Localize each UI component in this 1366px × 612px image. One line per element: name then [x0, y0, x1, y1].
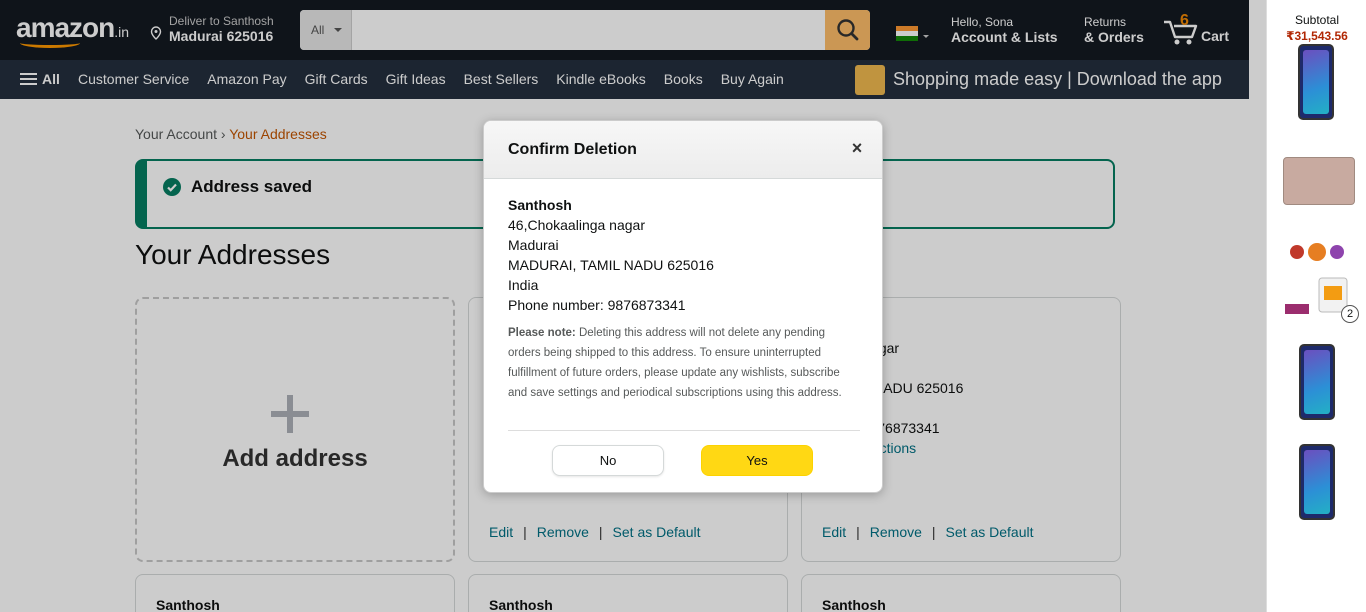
subtotal-label: Subtotal	[1294, 13, 1340, 27]
quantity-badge: 2	[1341, 305, 1359, 323]
phone-product-image[interactable]	[1299, 444, 1335, 520]
phone-product-image[interactable]	[1299, 344, 1335, 420]
address-line: MADURAI, TAMIL NADU 625016	[508, 257, 714, 273]
dialog-title: Confirm Deletion	[508, 141, 637, 158]
wallet-product-image[interactable]	[1283, 157, 1355, 205]
confirm-deletion-dialog: Confirm Deletion × Santhosh 46,Chokaalin…	[483, 120, 883, 493]
address-line: Madurai	[508, 237, 559, 253]
address-name: Santhosh	[508, 197, 572, 213]
close-icon[interactable]: ×	[848, 139, 866, 157]
note-label: Please note:	[508, 327, 576, 339]
address-line: India	[508, 277, 539, 293]
deletion-note: Please note: Deleting this address will …	[508, 323, 860, 403]
subtotal-amount: ₹31,543.56	[1286, 29, 1348, 43]
address-line: 46,Chokaalinga nagar	[508, 217, 645, 233]
no-button[interactable]: No	[552, 445, 664, 476]
phone-product-image[interactable]	[1298, 44, 1334, 120]
divider	[508, 430, 860, 431]
address-details: Santhosh 46,Chokaalinga nagar Madurai MA…	[508, 195, 714, 315]
dialog-header: Confirm Deletion ×	[484, 121, 882, 179]
yes-button[interactable]: Yes	[701, 445, 813, 476]
address-phone: Phone number: 9876873341	[508, 297, 686, 313]
cart-side-panel: Subtotal ₹31,543.56 2	[1266, 0, 1366, 612]
